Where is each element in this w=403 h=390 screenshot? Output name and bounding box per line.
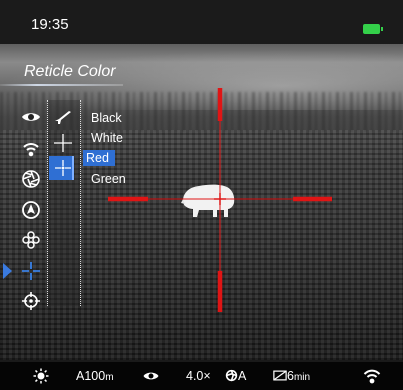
menu-title: Reticle Color: [24, 63, 116, 80]
distance-readout[interactable]: A100m: [76, 369, 114, 383]
selection-arrow-icon: [3, 263, 12, 279]
wifi-icon[interactable]: [20, 138, 42, 160]
calibration-icon: [225, 369, 238, 382]
mode-readout[interactable]: A: [225, 369, 246, 383]
eye-status-icon: [143, 372, 159, 380]
clock: 19:35: [31, 16, 69, 33]
pip-icon[interactable]: [20, 229, 42, 251]
eye-icon[interactable]: [20, 106, 42, 128]
submenu-divider: [80, 100, 81, 306]
zoom-readout[interactable]: 4.0×: [186, 369, 211, 383]
option-green[interactable]: Green: [88, 171, 129, 187]
battery-icon: [363, 24, 383, 34]
crosshair-settings-icon[interactable]: [20, 290, 42, 312]
status-bar: 19:35: [0, 0, 403, 44]
reticle-icon[interactable]: [20, 260, 42, 282]
reticle-shape-icon[interactable]: [51, 132, 75, 154]
reticle-color-icon[interactable]: [51, 157, 75, 179]
display-off-icon: [273, 370, 287, 381]
viewfinder-screen: 19:35 Reticle Color Black White Red Gree…: [0, 0, 403, 390]
wifi-status-icon: [363, 369, 381, 384]
compass-icon[interactable]: [20, 199, 42, 221]
option-white[interactable]: White: [88, 130, 126, 146]
brightness-icon[interactable]: [33, 368, 49, 384]
bottom-status-bar: A100m 4.0× A 6min: [0, 362, 403, 390]
option-red[interactable]: Red: [83, 150, 115, 166]
submenu-column: [47, 100, 80, 306]
option-black[interactable]: Black: [88, 110, 125, 126]
timer-readout[interactable]: 6min: [273, 369, 310, 383]
title-underline: [0, 84, 123, 86]
rifle-icon[interactable]: [51, 106, 75, 128]
aperture-icon[interactable]: [20, 168, 42, 190]
